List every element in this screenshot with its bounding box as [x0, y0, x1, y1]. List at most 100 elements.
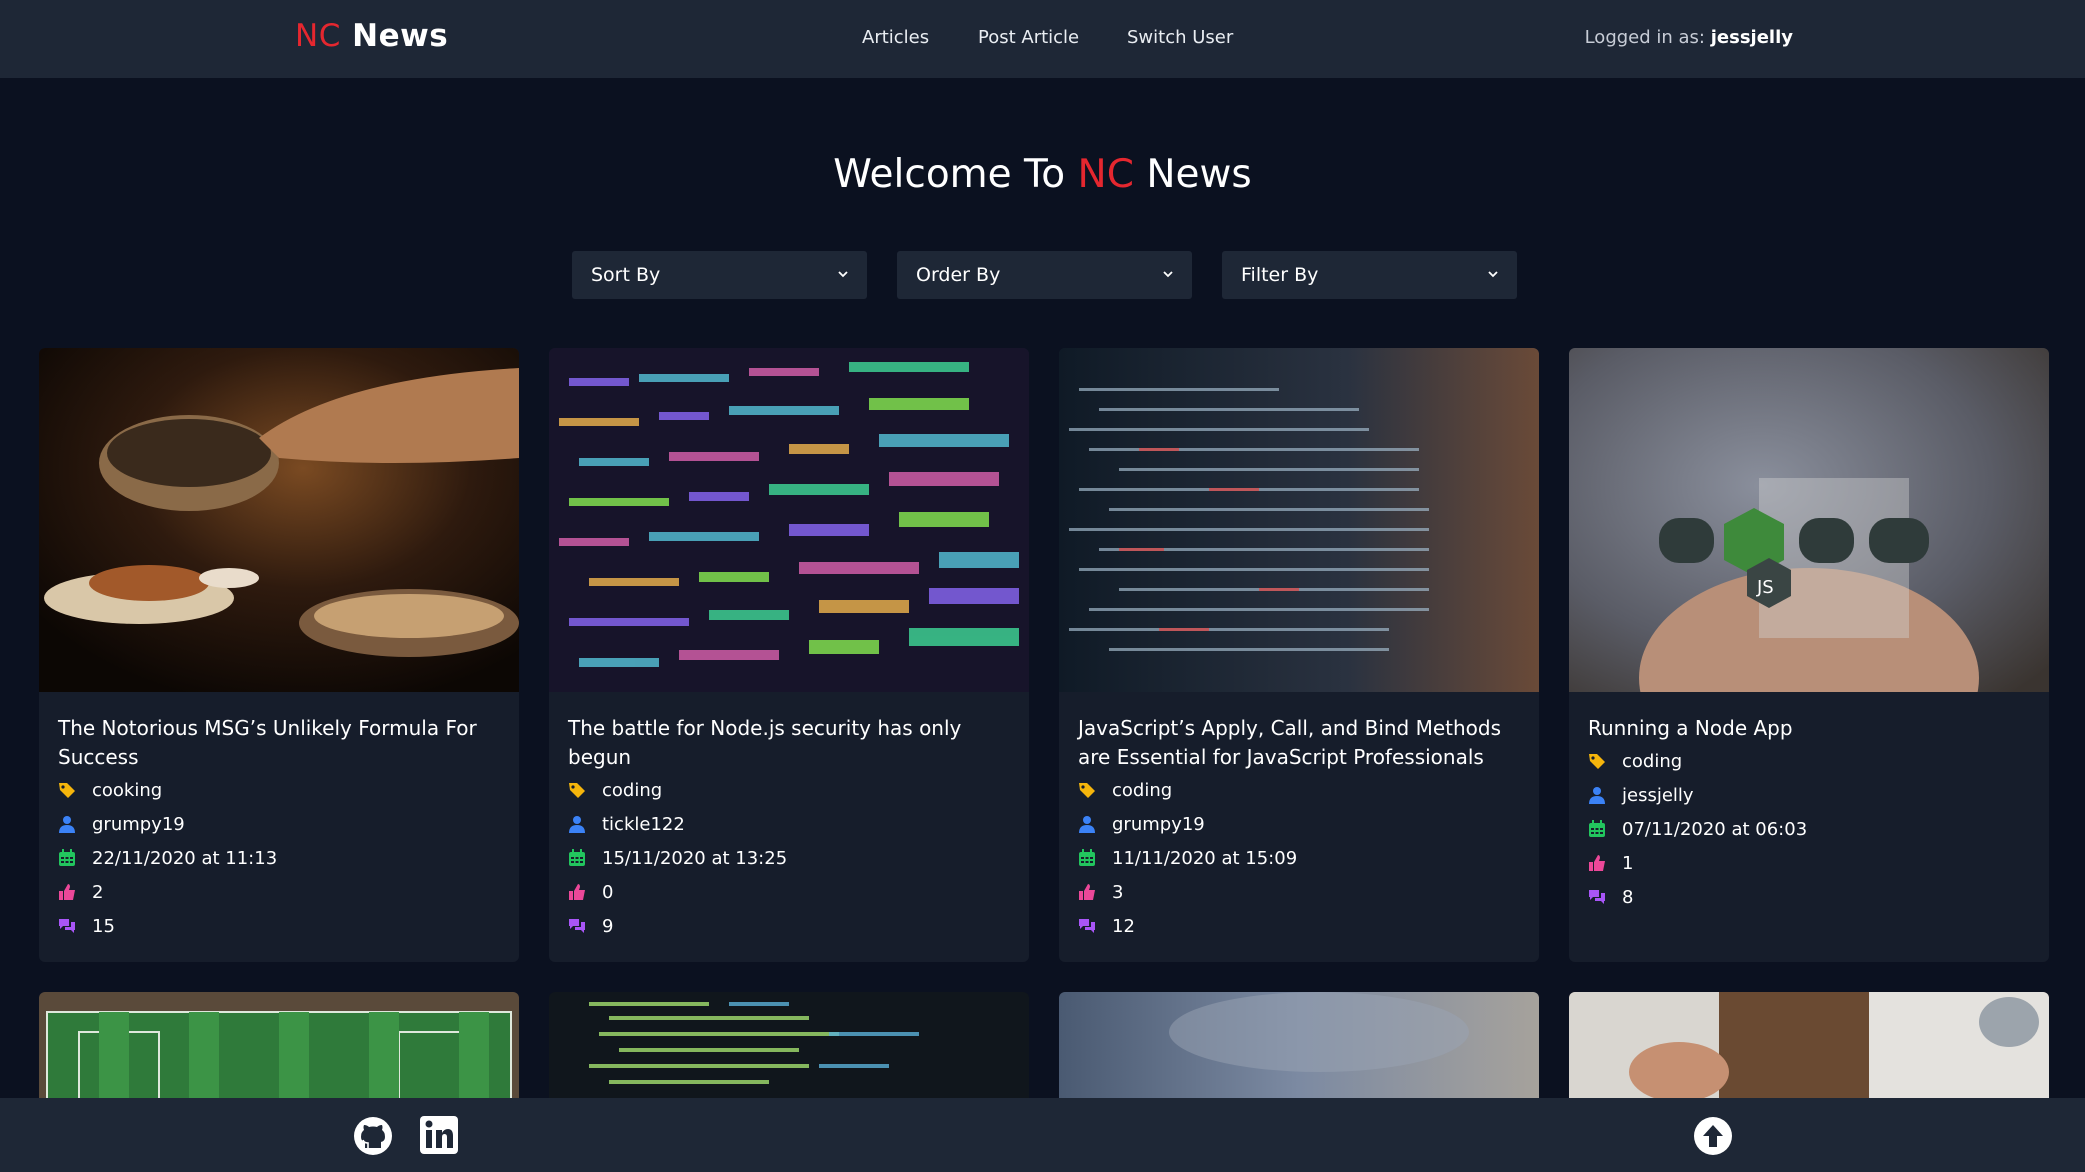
date-label: 07/11/2020 at 06:03 [1622, 818, 1808, 840]
logged-in-status: Logged in as: jessjelly [1585, 27, 1793, 48]
nav-post-article-link[interactable]: Post Article [978, 27, 1079, 48]
article-card[interactable]: The Notorious MSG’s Unlikely Formula For… [39, 348, 519, 962]
article-author: tickle122 [568, 812, 685, 836]
calendar-icon [1079, 849, 1095, 866]
article-comments: 15 [58, 914, 115, 938]
article-image [1059, 348, 1539, 692]
article-image [549, 348, 1029, 692]
comments-count: 9 [602, 915, 614, 937]
comments-icon [59, 919, 75, 933]
article-title[interactable]: The Notorious MSG’s Unlikely Formula For… [58, 714, 498, 772]
calendar-icon [59, 849, 75, 866]
comments-icon [1589, 890, 1605, 904]
nav-articles-link[interactable]: Articles [862, 27, 929, 48]
author-label: tickle122 [602, 813, 685, 835]
article-topic: cooking [58, 778, 162, 802]
article-image [39, 348, 519, 692]
article-comments: 12 [1078, 914, 1135, 938]
comments-count: 15 [92, 915, 115, 937]
date-label: 15/11/2020 at 13:25 [602, 847, 788, 869]
user-icon [1589, 787, 1605, 804]
welcome-suffix: News [1146, 152, 1252, 197]
user-icon [569, 816, 585, 833]
date-label: 11/11/2020 at 15:09 [1112, 847, 1298, 869]
site-logo[interactable]: NC News [295, 18, 448, 54]
article-comments: 9 [568, 914, 613, 938]
order-by-label: Order By [916, 264, 1001, 286]
github-icon[interactable] [353, 1116, 393, 1156]
article-title[interactable]: Running a Node App [1588, 714, 2028, 743]
sort-by-select[interactable]: Sort By [572, 251, 867, 299]
calendar-icon [569, 849, 585, 866]
order-by-select[interactable]: Order By [897, 251, 1192, 299]
tag-icon [1079, 783, 1095, 798]
article-card[interactable]: JS Running a Node App coding jessjelly 0… [1569, 348, 2049, 962]
article-image [1059, 992, 1539, 1104]
footer [0, 1098, 2085, 1172]
article-date: 15/11/2020 at 13:25 [568, 846, 787, 870]
comments-icon [1079, 919, 1095, 933]
topic-label: cooking [92, 779, 163, 801]
welcome-highlight: NC [1077, 152, 1134, 197]
article-votes: 3 [1078, 880, 1123, 904]
article-votes: 1 [1588, 851, 1633, 875]
article-topic: coding [568, 778, 662, 802]
article-date: 22/11/2020 at 11:13 [58, 846, 277, 870]
article-votes: 0 [568, 880, 613, 904]
article-image: JS [1569, 348, 2049, 692]
linkedin-icon[interactable] [420, 1116, 458, 1154]
topic-label: coding [602, 779, 663, 801]
article-votes: 2 [58, 880, 103, 904]
thumbs-up-icon [59, 884, 75, 900]
article-title[interactable]: JavaScript’s Apply, Call, and Bind Metho… [1078, 714, 1518, 772]
tag-icon [569, 783, 585, 798]
date-label: 22/11/2020 at 11:13 [92, 847, 278, 869]
article-author: jessjelly [1588, 783, 1694, 807]
top-navbar: NC News Articles Post Article Switch Use… [0, 0, 2085, 78]
article-card[interactable] [1569, 992, 2049, 1104]
article-card[interactable] [39, 992, 519, 1104]
article-card[interactable]: JavaScript’s Apply, Call, and Bind Metho… [1059, 348, 1539, 962]
nav-switch-user-link[interactable]: Switch User [1127, 27, 1233, 48]
chevron-down-icon [1163, 271, 1173, 278]
tag-icon [59, 783, 75, 798]
page-title: Welcome To NC News [0, 152, 2085, 197]
article-card[interactable] [549, 992, 1029, 1104]
user-icon [59, 816, 75, 833]
arrow-up-circle-icon[interactable] [1693, 1116, 1733, 1156]
comments-count: 12 [1112, 915, 1135, 937]
author-label: grumpy19 [92, 813, 185, 835]
thumbs-up-icon [1589, 855, 1605, 871]
article-topic: coding [1078, 778, 1172, 802]
votes-count: 1 [1622, 852, 1634, 874]
article-title[interactable]: The battle for Node.js security has only… [568, 714, 1008, 772]
user-icon [1079, 816, 1095, 833]
votes-count: 0 [602, 881, 614, 903]
article-author: grumpy19 [1078, 812, 1205, 836]
article-card[interactable] [1059, 992, 1539, 1104]
author-label: jessjelly [1622, 784, 1694, 806]
chevron-down-icon [1488, 271, 1498, 278]
calendar-icon [1589, 820, 1605, 837]
votes-count: 2 [92, 881, 104, 903]
chevron-down-icon [838, 271, 848, 278]
svg-text:JS: JS [1756, 577, 1774, 598]
topic-label: coding [1112, 779, 1173, 801]
thumbs-up-icon [1079, 884, 1095, 900]
article-author: grumpy19 [58, 812, 185, 836]
article-card[interactable]: The battle for Node.js security has only… [549, 348, 1029, 962]
article-comments: 8 [1588, 885, 1633, 909]
article-image [39, 992, 519, 1104]
author-label: grumpy19 [1112, 813, 1205, 835]
logged-in-label: Logged in as: [1584, 27, 1705, 48]
logo-prefix: NC [295, 18, 341, 54]
thumbs-up-icon [569, 884, 585, 900]
article-date: 07/11/2020 at 06:03 [1588, 817, 1807, 841]
sort-by-label: Sort By [591, 264, 661, 286]
filter-by-label: Filter By [1241, 264, 1319, 286]
article-topic: coding [1588, 749, 1682, 773]
filter-by-select[interactable]: Filter By [1222, 251, 1517, 299]
logo-suffix: News [352, 18, 449, 54]
article-image [549, 992, 1029, 1104]
comments-icon [569, 919, 585, 933]
